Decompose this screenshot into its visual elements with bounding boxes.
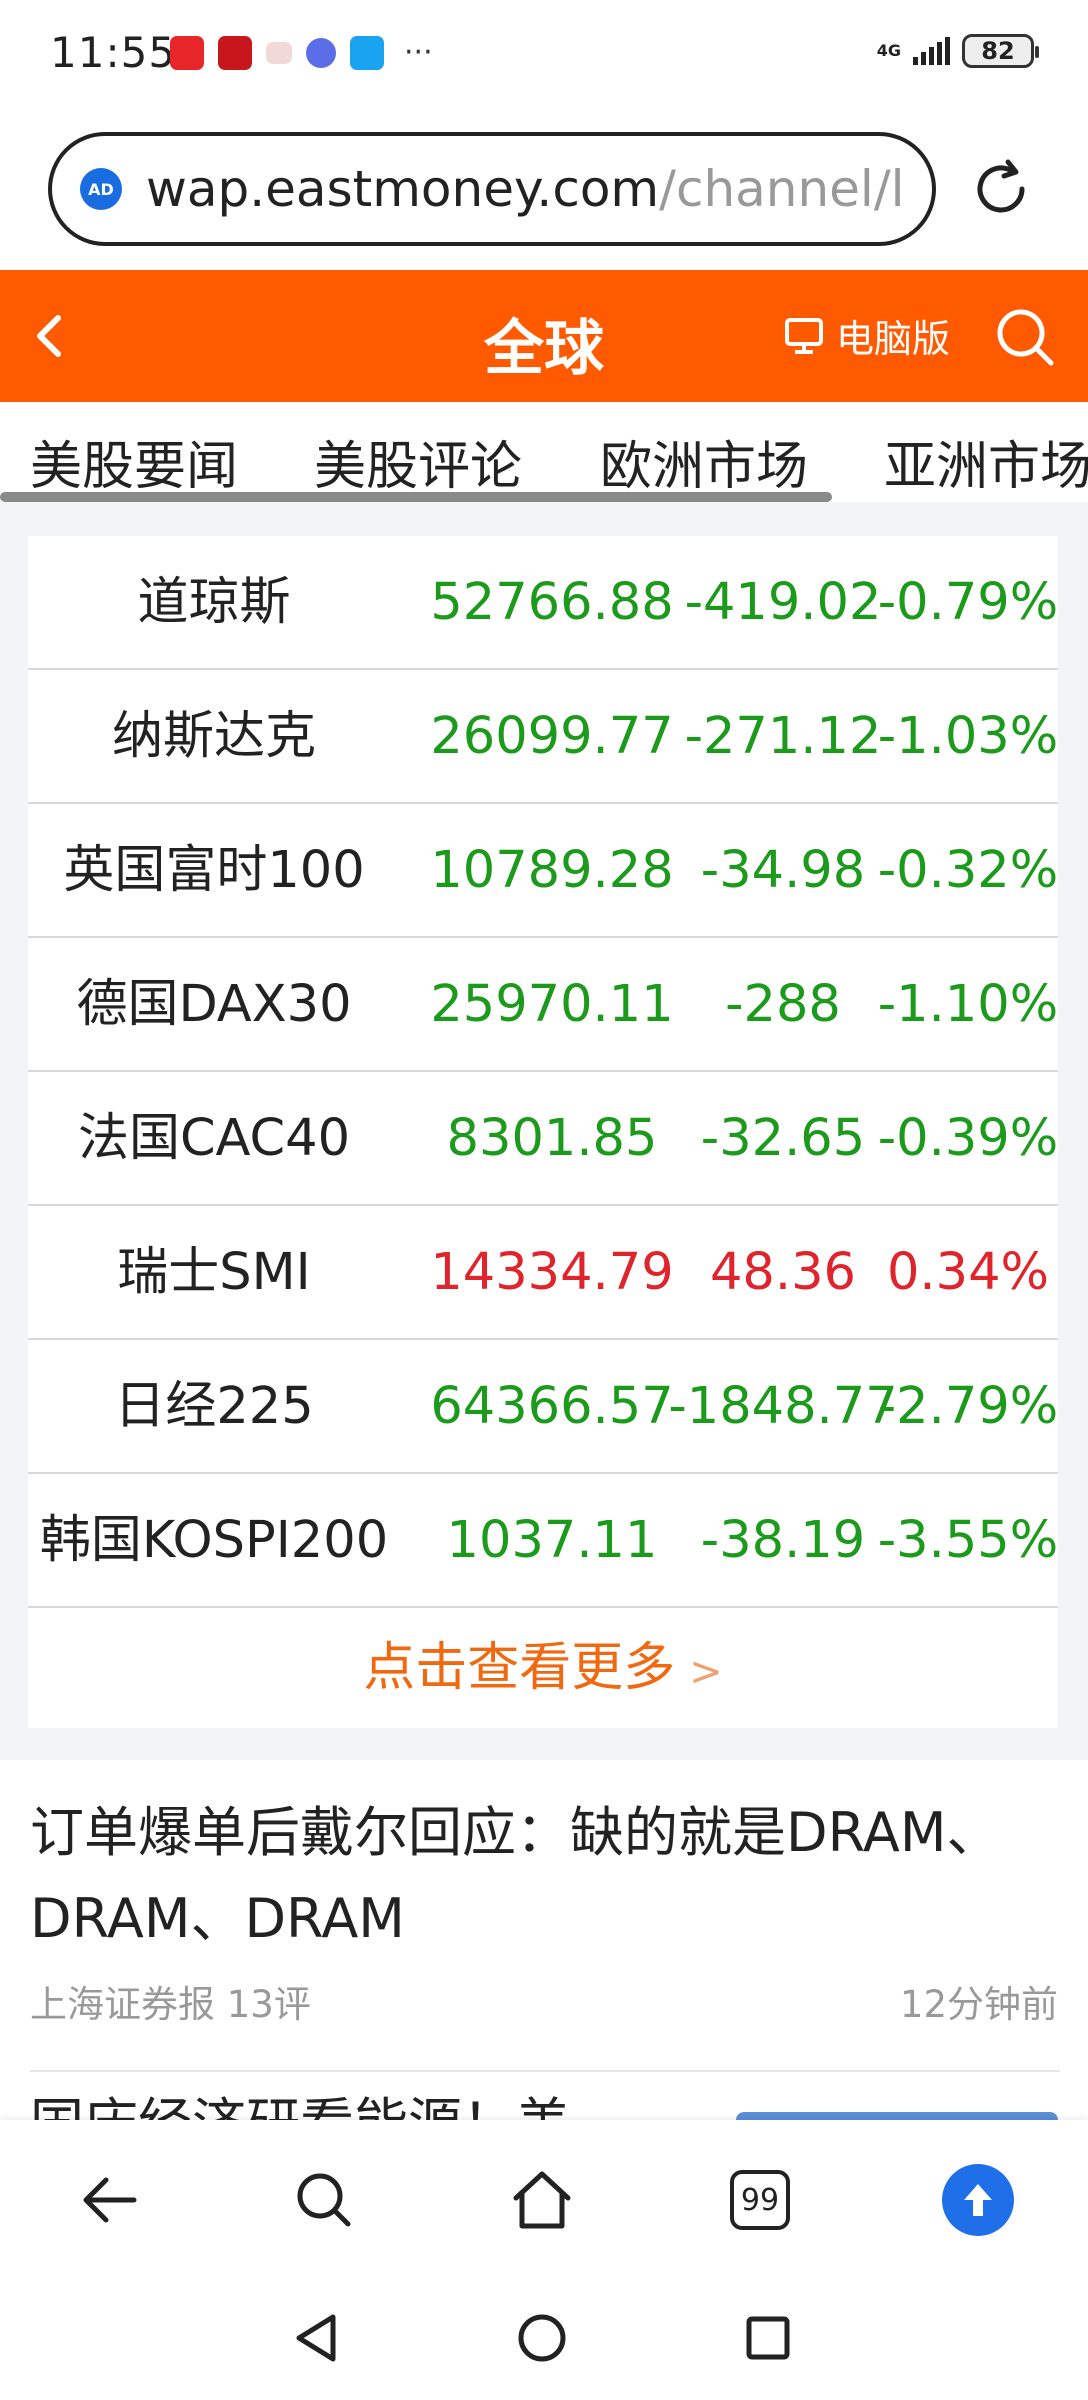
status-indicators: 4G 82 (876, 34, 1039, 68)
pc-version-label: 电脑版 (836, 317, 951, 361)
back-nav-button[interactable] (68, 2160, 148, 2240)
battery-icon: 82 (962, 34, 1039, 68)
page-header: 全球 电脑版 (0, 270, 1088, 402)
market-row[interactable]: 英国富时100 10789.28 -34.98 -0.32% (28, 804, 1058, 938)
chevron-right-icon: > (689, 1649, 723, 1695)
tab-scroll-indicator (0, 492, 832, 502)
view-more-label: 点击查看更多 (363, 1638, 676, 1698)
index-change-percent: -1.10% (877, 975, 1059, 1034)
circle-home-icon (518, 2314, 566, 2362)
monitor-icon (785, 317, 823, 354)
article-time: 12分钟前 (899, 1983, 1058, 2026)
refresh-icon[interactable] (970, 158, 1032, 220)
next-article-title[interactable]: 国庆经济研看能源！美 (30, 2094, 730, 2122)
notification-icons: ··· (170, 36, 433, 70)
market-row[interactable]: 道琼斯 52766.88 -419.02 -0.79% (28, 536, 1058, 670)
index-change-percent: -0.32% (877, 841, 1059, 900)
index-change-percent: -3.55% (877, 1511, 1059, 1570)
tab-europe-market[interactable]: 欧洲市场 (600, 424, 808, 499)
pc-version-button[interactable]: 电脑版 (784, 308, 950, 363)
envelope-icon (266, 42, 292, 64)
index-change-percent: -1.03% (877, 707, 1059, 766)
index-name: 英国富时100 (63, 841, 365, 900)
address-bar[interactable]: AD wap.eastmoney.com/channel/list (48, 132, 936, 246)
market-row[interactable]: 韩国KOSPI200 1037.11 -38.19 -3.55% (28, 1474, 1058, 1608)
article-comments: 13评 (226, 1983, 311, 2026)
url-domain: wap.eastmoney.com (146, 160, 660, 218)
system-home-button[interactable] (510, 2306, 574, 2370)
article-divider (30, 2070, 1060, 2072)
market-row[interactable]: 德国DAX30 25970.11 -288 -1.10% (28, 938, 1058, 1072)
index-change-percent: -0.79% (877, 573, 1059, 632)
market-row[interactable]: 纳斯达克 26099.77 -271.12 -1.03% (28, 670, 1058, 804)
category-tabs: 美股要闻 美股评论 欧洲市场 亚洲市场 (0, 402, 1088, 502)
market-row[interactable]: 法国CAC40 8301.85 -32.65 -0.39% (28, 1072, 1058, 1206)
arrow-left-icon (83, 2177, 137, 2223)
url-text[interactable]: wap.eastmoney.com/channel/list (146, 160, 906, 218)
view-more-link[interactable]: 点击查看更多 > (28, 1608, 1058, 1728)
status-bar: 11:55 ··· 4G 82 (0, 0, 1088, 112)
market-row[interactable]: 瑞士SMI 14334.79 48.36 0.34% (28, 1206, 1058, 1340)
index-change-percent: 0.34% (886, 1243, 1049, 1302)
more-notifications-icon: ··· (404, 35, 433, 70)
music-app-icon (306, 38, 336, 68)
news-article[interactable]: 订单爆单后戴尔回应：缺的就是DRAM、DRAM、DRAM 上海证券报 13评 1… (0, 1760, 1088, 2060)
search-icon (297, 2173, 351, 2227)
browser-toolbar: 99 (0, 2120, 1088, 2280)
search-button[interactable] (994, 306, 1056, 368)
index-name: 法国CAC40 (77, 1109, 351, 1168)
home-icon (513, 2171, 571, 2229)
status-time: 11:55 (50, 28, 177, 77)
index-name: 韩国KOSPI200 (39, 1511, 389, 1570)
tab-count: 99 (730, 2170, 790, 2230)
market-row[interactable]: 日经225 64366.57 -1848.77 -2.79% (28, 1340, 1058, 1474)
market-index-table: 道琼斯 52766.88 -419.02 -0.79% 纳斯达克 26099.7… (28, 536, 1058, 1728)
network-type: 4G (876, 41, 901, 60)
back-button[interactable] (20, 306, 80, 366)
tabs-button[interactable]: 99 (720, 2160, 800, 2240)
tab-us-news[interactable]: 美股要闻 (30, 424, 238, 499)
index-name: 德国DAX30 (76, 975, 352, 1034)
system-navigation-bar (0, 2280, 1088, 2400)
upload-button[interactable] (938, 2160, 1018, 2240)
article-source: 上海证券报 (30, 1983, 215, 2026)
study-app-icon (218, 36, 252, 70)
url-path: /channel/list (659, 160, 906, 218)
arrow-up-icon (942, 2164, 1014, 2236)
triangle-back-icon (296, 2314, 336, 2362)
home-button[interactable] (502, 2160, 582, 2240)
article-meta: 上海证券报 13评 (30, 1974, 311, 2028)
article-title[interactable]: 订单爆单后戴尔回应：缺的就是DRAM、DRAM、DRAM (30, 1790, 1030, 1962)
search-app-icon (350, 36, 384, 70)
system-back-button[interactable] (284, 2306, 348, 2370)
index-change-percent: -0.39% (877, 1109, 1059, 1168)
search-icon (997, 309, 1054, 366)
tab-asia-market[interactable]: 亚洲市场 (884, 424, 1088, 499)
index-name: 道琼斯 (137, 573, 291, 632)
index-name: 纳斯达克 (111, 707, 316, 766)
square-recents-icon (746, 2316, 790, 2360)
search-toolbar-button[interactable] (284, 2160, 364, 2240)
index-change-percent: -2.79% (877, 1377, 1059, 1436)
index-name: 日经225 (114, 1377, 314, 1436)
system-recents-button[interactable] (736, 2306, 800, 2370)
ad-block-icon[interactable]: AD (80, 168, 122, 210)
tab-us-commentary[interactable]: 美股评论 (314, 424, 522, 499)
next-article-title-text: 国庆经济研看能源！美 (30, 2094, 730, 2122)
signal-icon (913, 37, 950, 65)
news-app-icon (170, 36, 204, 70)
index-name: 瑞士SMI (117, 1243, 311, 1302)
